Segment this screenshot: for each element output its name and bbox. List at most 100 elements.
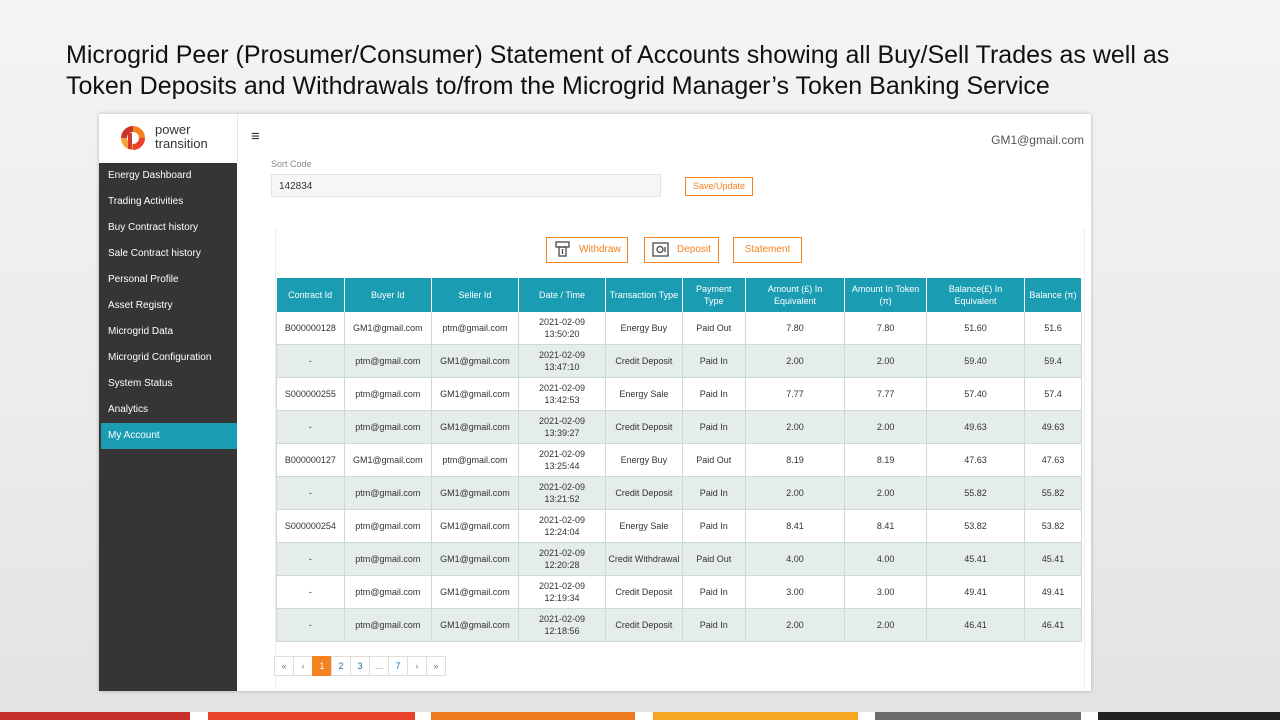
sidebar-item-my-account[interactable]: My Account (101, 423, 237, 449)
statement-button[interactable]: Statement (733, 237, 802, 263)
statement-table: Contract Id Buyer Id Seller Id Date / Time T… (276, 278, 1083, 642)
brand-name-line2: transition (155, 136, 208, 151)
brand-logo[interactable]: power transition (99, 114, 238, 163)
sidebar-item-asset-registry[interactable]: Asset Registry (99, 293, 237, 319)
table-cell: GM1@gmail.com (431, 509, 519, 543)
table-cell: 57.40 (926, 377, 1025, 411)
page-link[interactable]: 7 (388, 656, 408, 676)
column-header[interactable]: Balance(£) In Equivalent (926, 278, 1025, 312)
page-link[interactable]: 2 (331, 656, 351, 676)
table-cell: 2021-02-09 12:24:04 (518, 509, 607, 543)
atm-withdraw-icon (555, 241, 570, 257)
user-email[interactable]: GM1@gmail.com (991, 133, 1084, 147)
table-cell: GM1@gmail.com (431, 575, 519, 609)
table-cell: ptm@gmail.com (344, 344, 432, 378)
table-cell: Paid Out (682, 443, 746, 477)
table-cell: 2.00 (844, 608, 927, 642)
table-cell: - (276, 575, 345, 609)
column-header[interactable]: Amount In Token (π) (844, 278, 927, 312)
pagination: «‹ 1 2 3… 7 ›» (274, 656, 446, 676)
sidebar-item-analytics[interactable]: Analytics (99, 397, 237, 423)
table-cell: GM1@gmail.com (431, 344, 519, 378)
column-header[interactable]: Seller Id (431, 278, 519, 312)
table-cell: 55.82 (926, 476, 1025, 510)
table-row: - ptm@gmail.com GM1@gmail.com 2021-02-09 12… (276, 608, 1083, 642)
table-cell: Energy Buy (605, 443, 683, 477)
column-header[interactable]: Date / Time (518, 278, 607, 312)
table-cell: 2.00 (745, 410, 846, 444)
table-cell: 2021-02-09 13:25:44 (518, 443, 607, 477)
table-cell: GM1@gmail.com (344, 312, 432, 345)
table-row: - ptm@gmail.com GM1@gmail.com 2021-02-09 12… (276, 542, 1083, 576)
table-cell: 7.80 (745, 312, 846, 345)
page-link[interactable]: › (407, 656, 427, 676)
table-cell: 46.41 (926, 608, 1025, 642)
table-cell: ptm@gmail.com (344, 575, 432, 609)
column-header[interactable]: Amount (£) In Equivalent (745, 278, 846, 312)
sidebar-item-sale-contract-history[interactable]: Sale Contract history (99, 241, 237, 267)
sidebar-item-personal-profile[interactable]: Personal Profile (99, 267, 237, 293)
table-cell: 47.63 (926, 443, 1025, 477)
table-cell: 53.82 (926, 509, 1025, 543)
statement-panel: Withdraw Deposit Statement Contract Id Bu… (275, 228, 1085, 688)
table-cell: 53.82 (1024, 509, 1083, 543)
table-row: - ptm@gmail.com GM1@gmail.com 2021-02-09 13… (276, 476, 1083, 510)
top-bar: power transition ≡ GM1@gmail.com (99, 114, 1091, 164)
page-link[interactable]: 1 (312, 656, 332, 676)
column-header[interactable]: Contract Id (276, 278, 345, 312)
power-transition-logo-icon (121, 126, 145, 150)
column-header[interactable]: Balance (π) (1024, 278, 1083, 312)
table-cell: 57.4 (1024, 377, 1083, 411)
table-row: - ptm@gmail.com GM1@gmail.com 2021-02-09 12… (276, 575, 1083, 609)
sidebar-item-microgrid-data[interactable]: Microgrid Data (99, 319, 237, 345)
table-cell: - (276, 344, 345, 378)
table-cell: GM1@gmail.com (431, 410, 519, 444)
table-cell: Paid In (682, 410, 746, 444)
table-cell: - (276, 608, 345, 642)
brand-name-line1: power (155, 122, 191, 137)
column-header[interactable]: Transaction Type (605, 278, 683, 312)
table-cell: 2021-02-09 13:42:53 (518, 377, 607, 411)
table-cell: Credit Deposit (605, 476, 683, 510)
table-cell: Credit Deposit (605, 575, 683, 609)
table-cell: 2021-02-09 13:47:10 (518, 344, 607, 378)
main-content: Sort Code 142834 Save/Update Withdraw De… (237, 159, 1091, 691)
sidebar-item-system-status[interactable]: System Status (99, 371, 237, 397)
page-link[interactable]: » (426, 656, 446, 676)
table-cell: 2021-02-09 12:19:34 (518, 575, 607, 609)
table-cell: Credit Deposit (605, 410, 683, 444)
sidebar-item-buy-contract-history[interactable]: Buy Contract history (99, 215, 237, 241)
hamburger-menu-icon[interactable]: ≡ (251, 128, 260, 145)
table-cell: 51.60 (926, 312, 1025, 345)
table-cell: 55.82 (1024, 476, 1083, 510)
safe-deposit-icon (652, 242, 669, 257)
page-link[interactable]: ‹ (293, 656, 313, 676)
table-cell: 2021-02-09 13:50:20 (518, 312, 607, 345)
table-cell: Paid In (682, 509, 746, 543)
deposit-button[interactable]: Deposit (644, 237, 719, 263)
table-cell: GM1@gmail.com (431, 608, 519, 642)
page-link[interactable]: … (369, 656, 389, 676)
table-cell: Paid Out (682, 542, 746, 576)
page-link[interactable]: « (274, 656, 294, 676)
sidebar-item-energy-dashboard[interactable]: Energy Dashboard (99, 163, 237, 189)
table-cell: 49.63 (926, 410, 1025, 444)
table-cell: ptm@gmail.com (431, 312, 519, 345)
sort-code-input[interactable]: 142834 (271, 174, 661, 197)
sidebar-item-microgrid-configuration[interactable]: Microgrid Configuration (99, 345, 237, 371)
table-cell: Paid In (682, 608, 746, 642)
page-link[interactable]: 3 (350, 656, 370, 676)
table-cell: 49.41 (926, 575, 1025, 609)
column-header[interactable]: Payment Type (682, 278, 746, 312)
table-cell: ptm@gmail.com (344, 476, 432, 510)
table-cell: 49.41 (1024, 575, 1083, 609)
table-cell: 2.00 (745, 344, 846, 378)
save-update-button[interactable]: Save/Update (685, 177, 753, 196)
withdraw-label: Withdraw (579, 244, 621, 255)
sidebar-item-trading-activities[interactable]: Trading Activities (99, 189, 237, 215)
column-header[interactable]: Buyer Id (344, 278, 432, 312)
table-cell: 4.00 (745, 542, 846, 576)
table-cell: - (276, 542, 345, 576)
table-cell: GM1@gmail.com (344, 443, 432, 477)
withdraw-button[interactable]: Withdraw (546, 237, 628, 263)
